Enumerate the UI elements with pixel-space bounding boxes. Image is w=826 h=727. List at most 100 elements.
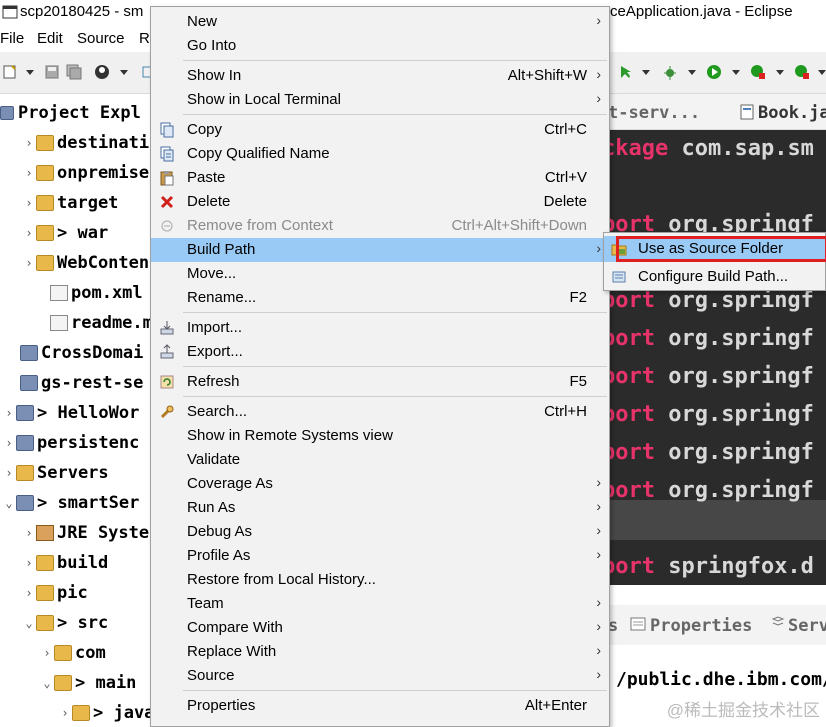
menu-item-copy-qualified-name[interactable]: Copy Qualified Name [151, 142, 609, 166]
menu-item-delete[interactable]: Delete Delete [151, 190, 609, 214]
menu-item-rename[interactable]: Rename... F2 [151, 286, 609, 310]
expand-arrow-icon[interactable]: › [58, 706, 72, 720]
editor-tab[interactable]: Book.ja [758, 103, 826, 123]
run-pointer-icon[interactable] [618, 64, 634, 80]
tree-row[interactable]: › JRE Syste [22, 518, 149, 548]
menu-item-move[interactable]: Move... [151, 262, 609, 286]
dropdown-arrow-icon[interactable] [728, 64, 744, 80]
save-all-icon[interactable] [66, 64, 82, 80]
expand-arrow-icon[interactable]: › [22, 586, 36, 600]
external-tools-icon[interactable] [750, 64, 766, 80]
menu-item-show-in-remote-systems-view[interactable]: Show in Remote Systems view [151, 424, 609, 448]
menu-item-restore-from-local-history[interactable]: Restore from Local History... [151, 568, 609, 592]
menu-separator [183, 690, 607, 691]
expand-arrow-icon[interactable]: ⌄ [22, 616, 36, 630]
bottom-panel-tabs: s Properties Serv [608, 605, 826, 645]
save-icon[interactable] [44, 64, 60, 80]
menu-item-go-into[interactable]: Go Into [151, 34, 609, 58]
menu-item-shortcut: F5 [569, 373, 587, 390]
dropdown-arrow-icon[interactable] [814, 64, 826, 80]
menu-item-compare-with[interactable]: Compare With › [151, 616, 609, 640]
tree-row[interactable]: › build [22, 548, 108, 578]
menu-item-team[interactable]: Team › [151, 592, 609, 616]
menu-item-source[interactable]: Source › [151, 664, 609, 688]
tree-row[interactable]: pom.xml [36, 278, 143, 308]
tree-row-label: JRE Syste [57, 523, 150, 543]
tree-row[interactable]: › com [40, 638, 105, 668]
tree-row[interactable]: ⌄ > main [40, 668, 136, 698]
expand-arrow-icon[interactable]: › [22, 226, 36, 240]
dropdown-arrow-icon[interactable] [638, 64, 654, 80]
code-line: port org.springf [608, 402, 814, 427]
expand-arrow-icon[interactable]: › [22, 196, 36, 210]
menu-item-configure-build-path[interactable]: Configure Build Path... [604, 264, 826, 290]
menu-item-label: Coverage As [187, 475, 273, 492]
expand-arrow-icon[interactable]: › [22, 556, 36, 570]
tree-row[interactable]: › destinati [22, 128, 149, 158]
menu-item-copy[interactable]: Copy Ctrl+C [151, 118, 609, 142]
menu-item-export[interactable]: Export... [151, 340, 609, 364]
menu-item-use-as-source-folder[interactable]: Use as Source Folder [604, 236, 826, 262]
menu-item-import[interactable]: Import... [151, 316, 609, 340]
debug-icon[interactable] [662, 64, 678, 80]
expand-arrow-icon[interactable]: ⌄ [40, 676, 54, 690]
tree-row[interactable]: › > java [58, 698, 150, 727]
menu-item-coverage-as[interactable]: Coverage As › [151, 472, 609, 496]
editor-tab[interactable]: t-serv... [608, 103, 700, 123]
tree-row[interactable]: ⌄ > src [22, 608, 108, 638]
menu-item-build-path[interactable]: Build Path › [151, 238, 609, 262]
dropdown-arrow-icon[interactable] [22, 64, 38, 80]
menu-item-properties[interactable]: Properties Alt+Enter [151, 694, 609, 718]
user-icon[interactable] [94, 64, 110, 80]
new-wizard-icon[interactable] [2, 64, 18, 80]
menu-item-search[interactable]: Search... Ctrl+H [151, 400, 609, 424]
menu-source[interactable]: Source [77, 30, 125, 47]
dropdown-arrow-icon[interactable] [116, 64, 132, 80]
folder-icon [16, 465, 34, 481]
expand-arrow-icon[interactable]: › [2, 466, 16, 480]
submenu-arrow-icon: › [596, 66, 601, 82]
tree-row[interactable]: gs-rest-se [6, 368, 143, 398]
menu-item-show-in[interactable]: Show In Alt+Shift+W › [151, 64, 609, 88]
tree-row[interactable]: CrossDomai [6, 338, 143, 368]
expand-arrow-icon[interactable]: › [22, 256, 36, 270]
tree-row[interactable]: › onpremise [22, 158, 149, 188]
bottom-tab-properties[interactable]: Properties [650, 616, 752, 636]
tree-row[interactable]: › pic [22, 578, 87, 608]
menu-item-replace-with[interactable]: Replace With › [151, 640, 609, 664]
tree-row[interactable]: ⌄ > smartSer [2, 488, 139, 518]
expand-arrow-icon[interactable]: › [22, 526, 36, 540]
dropdown-arrow-icon[interactable] [684, 64, 700, 80]
tree-row[interactable]: › target [22, 188, 118, 218]
tree-row[interactable]: › Servers [2, 458, 108, 488]
expand-arrow-icon[interactable]: › [22, 136, 36, 150]
coverage-icon[interactable] [794, 64, 810, 80]
menu-item-paste[interactable]: Paste Ctrl+V [151, 166, 609, 190]
dropdown-arrow-icon[interactable] [772, 64, 788, 80]
tree-row[interactable]: › persistenc [2, 428, 139, 458]
menu-item-new[interactable]: New › [151, 10, 609, 34]
menu-item-shortcut: Ctrl+H [544, 403, 587, 420]
code-editor[interactable]: ckage com.sap.sm port org.springf port org… [608, 130, 826, 585]
tree-row[interactable]: readme.md [36, 308, 150, 338]
tree-row[interactable]: › WebConten [22, 248, 149, 278]
bottom-tab-servers[interactable]: Serv [788, 616, 826, 636]
expand-arrow-icon[interactable]: › [22, 166, 36, 180]
menu-item-run-as[interactable]: Run As › [151, 496, 609, 520]
tree-row[interactable]: › > HelloWor [2, 398, 139, 428]
menu-item-profile-as[interactable]: Profile As › [151, 544, 609, 568]
menu-item-validate[interactable]: Validate [151, 448, 609, 472]
menu-refactor[interactable]: R [139, 30, 150, 47]
menu-edit[interactable]: Edit [37, 30, 63, 47]
tree-row[interactable]: › > war [22, 218, 108, 248]
menu-file[interactable]: File [0, 30, 24, 47]
expand-arrow-icon[interactable]: › [40, 646, 54, 660]
menu-item-refresh[interactable]: Refresh F5 [151, 370, 609, 394]
project-explorer-tab[interactable]: Project Expl [0, 98, 150, 128]
expand-arrow-icon[interactable]: › [2, 406, 16, 420]
menu-item-show-in-local-terminal[interactable]: Show in Local Terminal › [151, 88, 609, 112]
expand-arrow-icon[interactable]: ⌄ [2, 496, 16, 510]
menu-item-debug-as[interactable]: Debug As › [151, 520, 609, 544]
expand-arrow-icon[interactable]: › [2, 436, 16, 450]
run-icon[interactable] [706, 64, 722, 80]
